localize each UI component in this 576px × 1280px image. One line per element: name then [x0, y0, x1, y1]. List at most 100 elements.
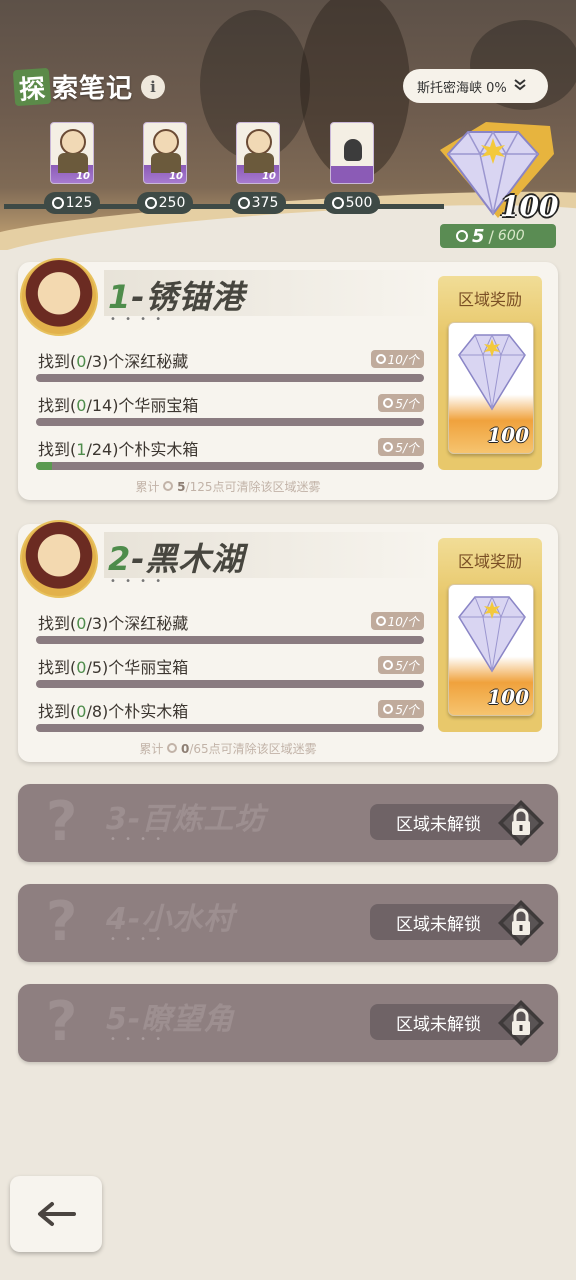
- zone-reward-panel[interactable]: 区域奖励 100: [438, 538, 542, 732]
- task-progress-bar: [36, 724, 424, 732]
- milestone-item[interactable]: 10 125: [42, 122, 102, 214]
- reward-title: 区域奖励: [457, 290, 522, 309]
- zone-dots: • • • •: [110, 1034, 165, 1045]
- stopwatch-icon: [383, 442, 394, 452]
- zone-dots: • • • •: [110, 314, 165, 325]
- zone-task: 找到(0/14)个华丽宝箱 5/个: [36, 392, 424, 430]
- zone-task: 找到(0/5)个华丽宝箱 5/个: [36, 654, 424, 692]
- task-text: 找到(0/3)个深红秘藏: [38, 614, 189, 633]
- reward-card: 100: [448, 584, 534, 716]
- diamond-gem-icon: [458, 595, 526, 673]
- lock-icon: [496, 798, 546, 848]
- zone-guide-avatar: [20, 258, 98, 336]
- zone-dots: • • • •: [110, 934, 165, 945]
- lock-icon: [496, 898, 546, 948]
- task-progress-bar: [36, 418, 424, 426]
- milestone-item[interactable]: 10 250: [135, 122, 195, 214]
- chevron-down-icon: [513, 78, 527, 95]
- back-arrow-icon: [38, 1202, 76, 1226]
- milestone-card-count: 10: [169, 171, 183, 182]
- task-reward-badge: 10/个: [370, 612, 424, 630]
- locked-zone-card[interactable]: ? 5-瞭望角 • • • • 区域未解锁: [18, 984, 558, 1062]
- task-reward-badge: 5/个: [378, 700, 424, 718]
- zone-title: 2-黑木湖: [108, 540, 245, 578]
- stopwatch-icon: [383, 704, 394, 714]
- title-first-char: 探: [12, 67, 52, 106]
- reward-card: 100: [448, 322, 534, 454]
- stopwatch-icon: [375, 354, 386, 364]
- zone-dots: • • • •: [110, 834, 165, 845]
- milestone-card: 10: [236, 122, 280, 184]
- zone-task: 找到(1/24)个朴实木箱 5/个: [36, 436, 424, 474]
- task-progress-bar: [36, 636, 424, 644]
- info-icon[interactable]: i: [141, 74, 166, 99]
- milestone-cost: 500: [324, 192, 380, 214]
- zone-guide-avatar: [20, 520, 98, 598]
- stopwatch-icon: [375, 616, 386, 626]
- zone-card[interactable]: 2-黑木湖 • • • • 找到(0/3)个深红秘藏 10/个 找到(0/5)个…: [18, 520, 558, 762]
- locked-zone-card[interactable]: ? 4-小水村 • • • • 区域未解锁: [18, 884, 558, 962]
- title-text: 索笔记: [52, 74, 134, 104]
- zone-reward-panel[interactable]: 区域奖励 100: [438, 276, 542, 470]
- stopwatch-icon: [456, 230, 468, 242]
- reward-count: 100: [487, 685, 529, 709]
- progress-separator: /: [488, 226, 494, 246]
- locked-zone-title: 5-瞭望角: [106, 1002, 235, 1037]
- task-text: 找到(1/24)个朴实木箱: [38, 440, 199, 459]
- task-text: 找到(0/3)个深红秘藏: [38, 352, 189, 371]
- task-reward-badge: 5/个: [378, 438, 424, 456]
- task-reward-badge: 5/个: [378, 656, 424, 674]
- zone-title: 1-锈锚港: [108, 278, 245, 316]
- locked-zone-card[interactable]: ? 3-百炼工坊 • • • • 区域未解锁: [18, 784, 558, 862]
- lock-icon: [496, 998, 546, 1048]
- question-mark-icon: ?: [46, 890, 78, 953]
- back-button[interactable]: [10, 1176, 102, 1252]
- question-mark-icon: ?: [46, 990, 78, 1053]
- question-mark-icon: ?: [46, 790, 78, 853]
- progress-max: 600: [497, 228, 525, 244]
- milestone-card-count: 10: [76, 171, 90, 182]
- stopwatch-icon: [163, 481, 174, 491]
- zone-summary: 累计 0/65点可清除该区域迷雾: [139, 742, 317, 756]
- region-select-label: 斯托密海峡 0%: [417, 80, 507, 96]
- zone-task: 找到(0/3)个深红秘藏 10/个: [36, 610, 424, 648]
- zone-task: 找到(0/8)个朴实木箱 5/个: [36, 698, 424, 736]
- task-reward-badge: 10/个: [370, 350, 424, 368]
- milestone-track: 10 125 10 250 10 375 500: [0, 122, 444, 222]
- mystery-character-icon: [344, 139, 362, 161]
- stopwatch-icon: [383, 660, 394, 670]
- milestone-card: 10: [50, 122, 94, 184]
- reward-title: 区域奖励: [457, 552, 522, 571]
- milestone-cost: 250: [137, 192, 193, 214]
- stopwatch-icon: [51, 197, 64, 209]
- stopwatch-icon: [237, 197, 250, 209]
- zone-summary: 累计 5/125点可清除该区域迷雾: [135, 480, 321, 494]
- stopwatch-icon: [144, 197, 157, 209]
- character-portrait-icon: [153, 129, 179, 155]
- reward-count: 100: [487, 423, 529, 447]
- task-text: 找到(0/5)个华丽宝箱: [38, 658, 189, 677]
- gem-reward-count: 100: [500, 190, 559, 223]
- stopwatch-icon: [167, 743, 178, 753]
- locked-zone-title: 4-小水村: [106, 902, 235, 937]
- milestone-item[interactable]: 10 375: [228, 122, 288, 214]
- task-progress-bar: [36, 462, 424, 470]
- milestone-cost: 125: [44, 192, 100, 214]
- zone-card[interactable]: 1-锈锚港 • • • • 找到(0/3)个深红秘藏 10/个 找到(0/14)…: [18, 258, 558, 500]
- locked-zone-title: 3-百炼工坊: [106, 802, 266, 837]
- milestone-item[interactable]: 500: [322, 122, 382, 214]
- region-select[interactable]: 斯托密海峡 0%: [403, 69, 548, 103]
- zone-task: 找到(0/3)个深红秘藏 10/个: [36, 348, 424, 386]
- task-progress-fill: [36, 462, 53, 470]
- task-progress-bar: [36, 680, 424, 688]
- character-portrait-icon: [60, 129, 86, 155]
- task-progress-bar: [36, 374, 424, 382]
- milestone-card-count: 10: [262, 171, 276, 182]
- stopwatch-icon: [383, 398, 394, 408]
- milestone-card: 10: [143, 122, 187, 184]
- milestone-card-locked: [330, 122, 374, 184]
- page-title: 探 索笔记 i: [12, 67, 166, 106]
- task-text: 找到(0/8)个朴实木箱: [38, 702, 189, 721]
- character-portrait-icon: [246, 129, 272, 155]
- task-reward-badge: 5/个: [378, 394, 424, 412]
